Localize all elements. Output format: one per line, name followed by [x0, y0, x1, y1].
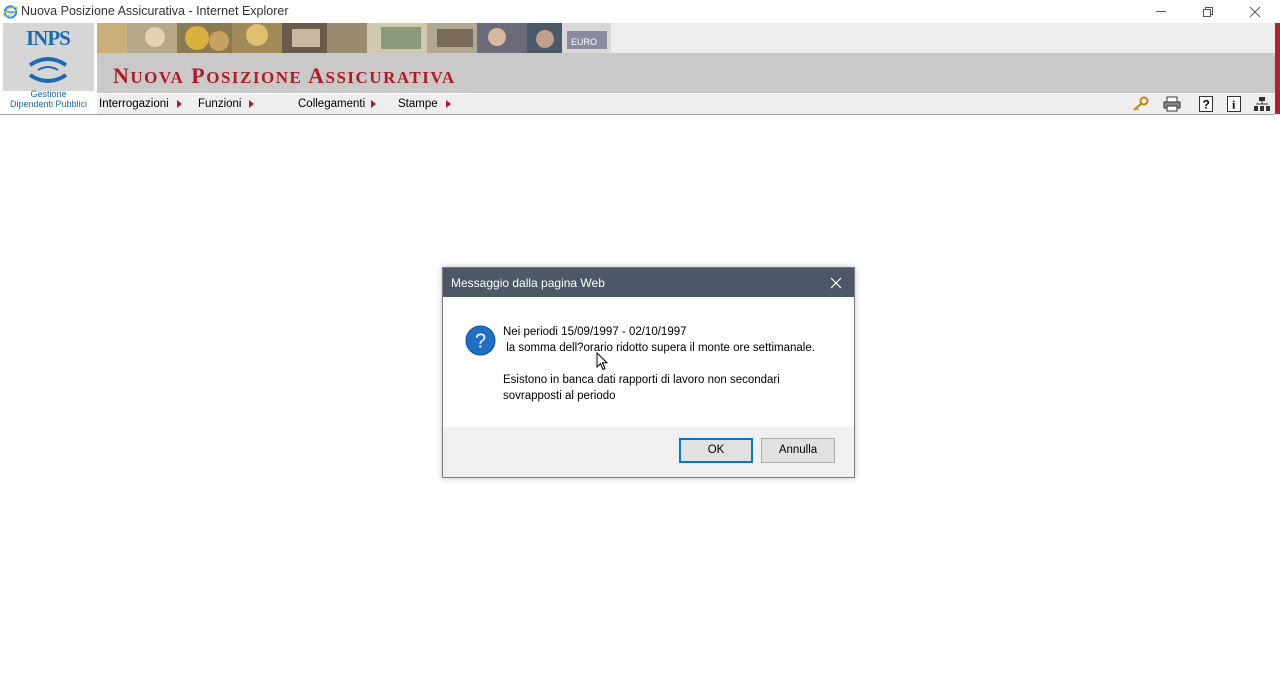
menu-arrow-icon[interactable]: [177, 100, 182, 108]
restore-icon: [1203, 7, 1213, 17]
close-icon: [1249, 6, 1261, 18]
header-divider: [0, 114, 1275, 115]
window-title: Nuova Posizione Assicurativa - Internet …: [21, 4, 289, 18]
menu-stampe[interactable]: Stampe: [398, 98, 438, 110]
inps-swirl-icon: [28, 57, 68, 83]
title-band: NUOVA POSIZIONE ASSICURATIVA: [97, 53, 1275, 93]
window-close-button[interactable]: [1232, 0, 1278, 23]
window-titlebar: Nuova Posizione Assicurativa - Internet …: [0, 0, 1280, 23]
printer-icon[interactable]: [1163, 96, 1181, 112]
app-header: INPS Gestione Dipendenti Pubblici EURO N…: [0, 23, 1275, 114]
minimize-button[interactable]: [1138, 0, 1184, 23]
dialog-titlebar: Messaggio dalla pagina Web: [443, 268, 854, 297]
logo-subtitle-line2: Dipendenti Pubblici: [9, 99, 88, 109]
logo-subtitle: Gestione Dipendenti Pubblici: [2, 89, 95, 109]
cancel-button[interactable]: Annulla: [761, 438, 835, 463]
dialog-message: Nei periodi 15/09/1997 - 02/10/1997 la s…: [503, 326, 815, 402]
app-title: NUOVA POSIZIONE ASSICURATIVA: [113, 63, 456, 89]
logo-subtitle-line1: Gestione: [30, 89, 67, 99]
menu-arrow-icon[interactable]: [446, 100, 451, 108]
svg-text:?: ?: [1203, 98, 1210, 112]
menubar: Interrogazioni Funzioni Collegamenti Sta…: [97, 93, 1275, 114]
header-photo-strip: EURO: [97, 23, 611, 53]
menu-arrow-icon[interactable]: [249, 100, 254, 108]
message-dialog: Messaggio dalla pagina Web ? Nei periodi…: [442, 267, 855, 478]
question-icon: ?: [465, 325, 496, 356]
menu-collegamenti[interactable]: Collegamenti: [298, 98, 365, 110]
euro-banknote-text: EURO: [571, 37, 597, 47]
key-icon[interactable]: [1131, 96, 1149, 112]
inps-logo[interactable]: INPS Gestione Dipendenti Pubblici: [0, 23, 97, 114]
app-title-word-2: OSIZIONE: [206, 68, 303, 87]
svg-text:?: ?: [475, 331, 486, 353]
app-title-word-1: UOVA: [130, 68, 185, 87]
ok-button[interactable]: OK: [679, 438, 753, 463]
logo-text: INPS: [26, 26, 71, 50]
restore-button[interactable]: [1185, 0, 1231, 23]
app-title-word-3: SSICURATIVA: [325, 68, 456, 87]
menu-interrogazioni[interactable]: Interrogazioni: [99, 98, 169, 110]
app-title-initial-p: P: [191, 63, 207, 88]
header-band-top: [611, 23, 1275, 53]
mouse-cursor-icon: [596, 352, 609, 371]
right-accent-bar: [1275, 23, 1280, 114]
menu-funzioni[interactable]: Funzioni: [198, 98, 241, 110]
photo-collage: EURO: [97, 23, 611, 53]
minimize-icon: [1156, 11, 1166, 12]
hierarchy-icon[interactable]: [1253, 96, 1271, 112]
dialog-close-icon[interactable]: [825, 272, 847, 294]
app-title-initial-n: N: [113, 63, 131, 88]
app-title-initial-a: A: [308, 63, 326, 88]
dialog-title: Messaggio dalla pagina Web: [451, 276, 605, 290]
internet-explorer-icon: [3, 5, 18, 19]
info-icon[interactable]: i: [1225, 96, 1243, 112]
help-icon[interactable]: ?: [1197, 96, 1215, 112]
dialog-footer: OK Annulla: [443, 427, 854, 477]
menu-arrow-icon[interactable]: [371, 100, 376, 108]
